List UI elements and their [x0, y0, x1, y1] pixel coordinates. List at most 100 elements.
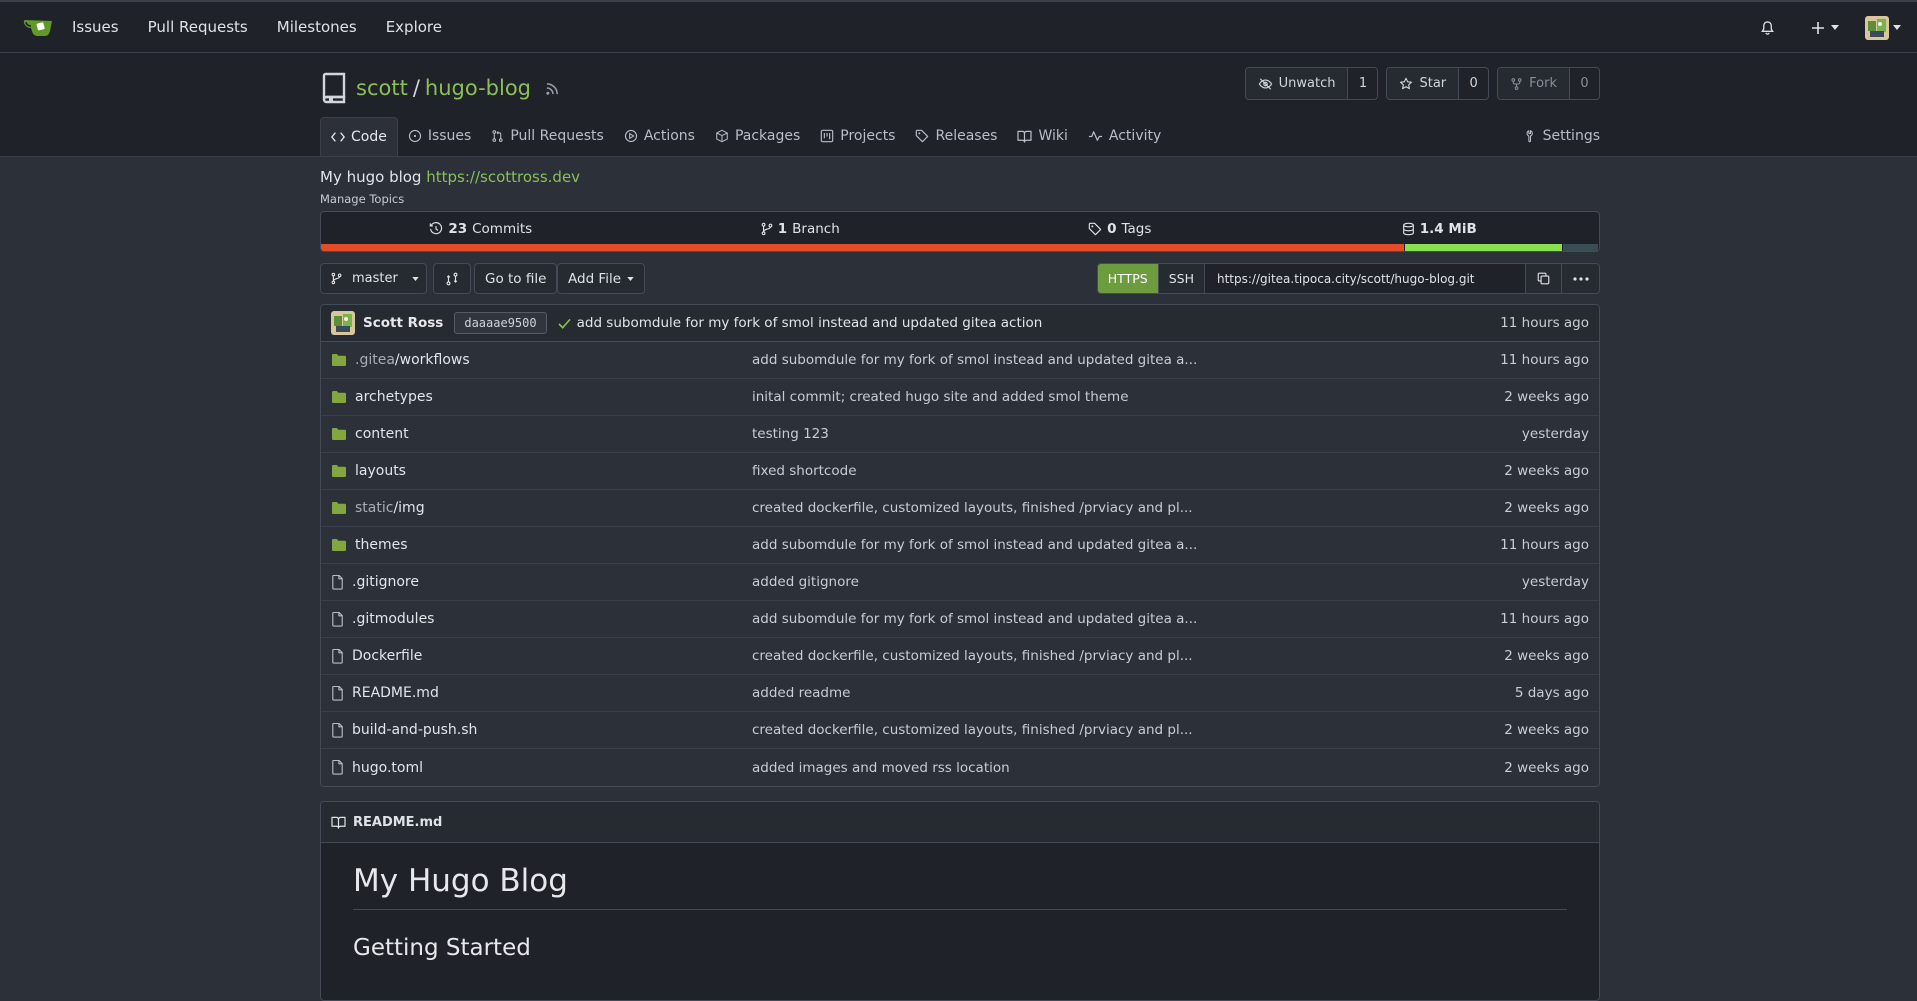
more-options-button[interactable] [1561, 264, 1599, 293]
watchers-count[interactable]: 1 [1347, 68, 1378, 99]
tab-wiki[interactable]: Wiki [1007, 117, 1077, 155]
tab-pull-requests[interactable]: Pull Requests [481, 117, 613, 155]
file-commit-message[interactable]: created dockerfile, customized layouts, … [752, 722, 1193, 738]
tab-projects[interactable]: Projects [810, 117, 905, 155]
file-row[interactable]: README.md added readme 5 days ago [321, 675, 1599, 712]
create-new-menu[interactable] [1811, 21, 1839, 35]
tab-activity[interactable]: Activity [1078, 117, 1171, 155]
manage-topics-link[interactable]: Manage Topics [320, 192, 404, 206]
nav-explore[interactable]: Explore [386, 18, 442, 36]
file-name-cell[interactable]: static/img [331, 500, 425, 516]
file-row[interactable]: .gitmodules add subomdule for my fork of … [321, 601, 1599, 638]
user-menu[interactable] [1865, 15, 1901, 40]
file-row[interactable]: build-and-push.sh created dockerfile, cus… [321, 712, 1599, 749]
file-name-cell[interactable]: content [331, 426, 409, 442]
file-name-cell[interactable]: build-and-push.sh [331, 722, 477, 738]
forks-count[interactable]: 0 [1569, 68, 1599, 99]
file-row[interactable]: static/img created dockerfile, customized… [321, 490, 1599, 527]
tab-issues[interactable]: Issues [398, 117, 482, 155]
language-bar[interactable] [321, 244, 1599, 251]
commit-message-link[interactable]: add subomdule for my fork of smol instea… [577, 315, 1043, 331]
file-name-cell[interactable]: hugo.toml [331, 760, 423, 776]
rss-feed-icon[interactable] [545, 81, 560, 96]
tags-stat[interactable]: 0 Tags [960, 221, 1280, 237]
file-row[interactable]: Dockerfile created dockerfile, customized… [321, 638, 1599, 675]
file-commit-message[interactable]: add subomdule for my fork of smol instea… [752, 537, 1197, 553]
file-name-cell[interactable]: themes [331, 537, 408, 553]
file-commit-message[interactable]: add subomdule for my fork of smol instea… [752, 611, 1197, 627]
copy-url-button[interactable] [1525, 264, 1561, 293]
readme-filename-link[interactable]: README.md [353, 815, 442, 830]
add-file-label: Add File [568, 270, 622, 287]
file-name-cell[interactable]: README.md [331, 685, 439, 701]
commits-stat[interactable]: 23 Commits [321, 221, 641, 237]
tab-actions[interactable]: Actions [614, 117, 705, 155]
history-icon [429, 221, 443, 236]
branch-icon [761, 222, 773, 236]
file-row[interactable]: .gitea/workflows add subomdule for my for… [321, 342, 1599, 379]
repo-name-link[interactable]: hugo-blog [425, 76, 531, 100]
tab-code[interactable]: Code [320, 117, 398, 156]
file-commit-time: 11 hours ago [1500, 611, 1589, 627]
language-segment[interactable] [321, 244, 1405, 251]
file-name-cell[interactable]: .gitignore [331, 574, 419, 590]
compare-button[interactable] [433, 263, 471, 294]
file-commit-time: 2 weeks ago [1504, 463, 1589, 479]
file-name: hugo.toml [352, 759, 423, 776]
tab-packages[interactable]: Packages [705, 117, 810, 155]
file-commit-message[interactable]: fixed shortcode [752, 463, 857, 479]
file-commit-message[interactable]: inital commit; created hugo site and add… [752, 389, 1129, 405]
language-segment[interactable] [1404, 244, 1564, 251]
clone-url-input[interactable] [1205, 264, 1525, 293]
go-to-file-button[interactable]: Go to file [474, 263, 558, 294]
star-button[interactable]: Star [1387, 68, 1459, 99]
repo-owner-link[interactable]: scott [356, 76, 408, 100]
add-file-dropdown[interactable]: Add File [557, 263, 646, 294]
file-row[interactable]: hugo.toml added images and moved rss loca… [321, 749, 1599, 786]
file-row[interactable]: archetypes inital commit; created hugo si… [321, 379, 1599, 416]
unwatch-button[interactable]: Unwatch [1245, 68, 1348, 99]
clone-panel: HTTPS SSH [1096, 263, 1600, 294]
file-commit-message[interactable]: testing 123 [752, 426, 829, 442]
file-row[interactable]: themes add subomdule for my fork of smol … [321, 527, 1599, 564]
check-icon[interactable] [558, 318, 571, 329]
file-row[interactable]: layouts fixed shortcode 2 weeks ago [321, 453, 1599, 490]
file-name-text: static/img [355, 500, 425, 516]
nav-milestones[interactable]: Milestones [277, 18, 357, 36]
file-name-cell[interactable]: .gitea/workflows [331, 352, 470, 368]
commit-author-link[interactable]: Scott Ross [363, 315, 443, 331]
file-commit-message[interactable]: add subomdule for my fork of smol instea… [752, 352, 1197, 368]
file-commit-message[interactable]: added images and moved rss location [752, 760, 1010, 776]
branch-dropdown[interactable]: master [320, 263, 427, 294]
repo-website-link[interactable]: https://scottross.dev [426, 168, 580, 186]
tab-releases[interactable]: Releases [905, 117, 1007, 155]
gitea-logo-icon[interactable] [21, 11, 54, 44]
book-icon [331, 816, 346, 829]
fork-button[interactable]: Fork [1498, 68, 1569, 99]
file-name-cell[interactable]: .gitmodules [331, 611, 434, 627]
watch-button-group: Unwatch 1 [1244, 67, 1379, 100]
file-row[interactable]: .gitignore added gitignore yesterday [321, 564, 1599, 601]
nav-pull-requests[interactable]: Pull Requests [148, 18, 248, 36]
notifications-bell-icon[interactable] [1760, 20, 1775, 36]
file-commit-message[interactable]: created dockerfile, customized layouts, … [752, 500, 1193, 516]
avatar[interactable] [331, 311, 355, 335]
language-segment[interactable] [1563, 244, 1599, 251]
file-name-cell[interactable]: Dockerfile [331, 648, 422, 664]
ssh-button[interactable]: SSH [1158, 264, 1205, 293]
tab-settings[interactable]: Settings [1524, 117, 1600, 155]
readme-header: README.md [321, 802, 1599, 843]
nav-issues[interactable]: Issues [72, 18, 119, 36]
https-button[interactable]: HTTPS [1097, 264, 1159, 293]
file-commit-message[interactable]: added readme [752, 685, 850, 701]
branches-stat[interactable]: 1 Branch [641, 221, 961, 237]
file-name-text: build-and-push.sh [352, 722, 477, 738]
file-name-cell[interactable]: layouts [331, 463, 406, 479]
file-name-cell[interactable]: archetypes [331, 389, 433, 405]
file-name: build-and-push.sh [352, 722, 478, 738]
file-commit-message[interactable]: added gitignore [752, 574, 859, 590]
file-row[interactable]: content testing 123 yesterday [321, 416, 1599, 453]
commit-sha-link[interactable]: daaaae9500 [454, 312, 547, 334]
stars-count[interactable]: 0 [1458, 68, 1489, 99]
file-commit-message[interactable]: created dockerfile, customized layouts, … [752, 648, 1193, 664]
